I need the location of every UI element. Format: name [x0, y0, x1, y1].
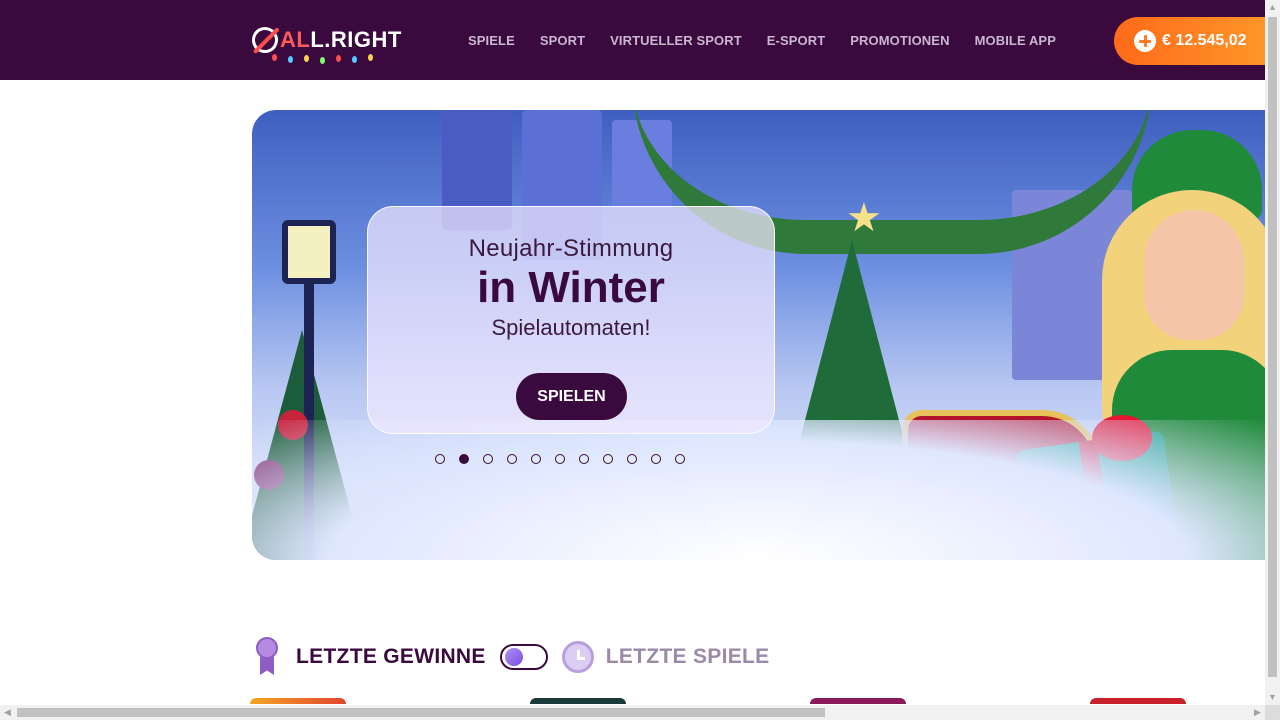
- game-thumbnail[interactable]: [810, 698, 906, 704]
- carousel-dot[interactable]: [507, 454, 517, 464]
- carousel-dot[interactable]: [627, 454, 637, 464]
- carousel-dot[interactable]: [435, 454, 445, 464]
- recent-wins-title[interactable]: LETZTE GEWINNE: [296, 645, 486, 669]
- nav-item-promotionen[interactable]: PROMOTIONEN: [850, 29, 949, 52]
- christmas-lights-icon: [266, 52, 382, 64]
- carousel-dot[interactable]: [555, 454, 565, 464]
- carousel-dot[interactable]: [603, 454, 613, 464]
- scroll-up-icon[interactable]: ▲: [1265, 0, 1280, 15]
- nav-item-e-sport[interactable]: E-SPORT: [767, 29, 825, 52]
- balance-deposit-button[interactable]: € 12.545,02: [1114, 17, 1280, 65]
- carousel-dot[interactable]: [483, 454, 493, 464]
- nav-item-virtueller-sport[interactable]: VIRTUELLER SPORT: [610, 29, 742, 52]
- banner-title: in Winter: [477, 263, 665, 312]
- scroll-down-icon[interactable]: ▼: [1265, 690, 1280, 705]
- site-logo[interactable]: ALL.RIGHT: [248, 18, 402, 64]
- scroll-right-icon[interactable]: ▶: [1250, 705, 1265, 720]
- horizontal-scroll-thumb[interactable]: [17, 708, 825, 717]
- star-icon: ★: [846, 196, 882, 240]
- clock-icon: [561, 641, 594, 673]
- nav-item-mobile-app[interactable]: MOBILE APP: [975, 29, 1056, 52]
- play-button[interactable]: SPIELEN: [516, 373, 627, 420]
- top-header: ALL.RIGHT SPIELE SPORT VIRTUELLER SPORT …: [0, 0, 1280, 80]
- game-thumbnail[interactable]: [530, 698, 626, 704]
- scrollbar-corner: [1265, 705, 1280, 720]
- vertical-scroll-thumb[interactable]: [1268, 17, 1277, 677]
- banner-caption: Spielautomaten!: [491, 315, 651, 340]
- banner-text-card: Neujahr-Stimmung in Winter Spielautomate…: [367, 206, 775, 434]
- horizontal-scrollbar[interactable]: ◀ ▶: [0, 705, 1265, 720]
- carousel-dot[interactable]: [651, 454, 661, 464]
- nav-item-spiele[interactable]: SPIELE: [468, 29, 515, 52]
- main-nav: SPIELE SPORT VIRTUELLER SPORT E-SPORT PR…: [456, 0, 1081, 80]
- balance-amount: € 12.545,02: [1162, 32, 1247, 49]
- toggle-knob: [504, 648, 523, 666]
- nav-item-sport[interactable]: SPORT: [540, 29, 585, 52]
- wins-games-toggle[interactable]: [499, 644, 548, 670]
- plus-circle-icon: [1134, 30, 1156, 52]
- carousel-dot[interactable]: [675, 454, 685, 464]
- vertical-scrollbar[interactable]: ▲ ▼: [1265, 0, 1280, 705]
- recent-games-title[interactable]: LETZTE SPIELE: [606, 645, 770, 669]
- game-thumbnail[interactable]: [250, 698, 346, 704]
- medal-icon: [252, 637, 282, 677]
- carousel-dot-active[interactable]: [459, 454, 469, 464]
- recent-section-header: LETZTE GEWINNE LETZTE SPIELE: [252, 636, 769, 678]
- scroll-left-icon[interactable]: ◀: [0, 705, 15, 720]
- logo-text: ALL.RIGHT: [280, 27, 402, 52]
- snowfield: [252, 420, 1265, 560]
- carousel-dot[interactable]: [531, 454, 541, 464]
- carousel-dots: [435, 454, 685, 466]
- game-thumbnail[interactable]: [1090, 698, 1186, 704]
- promo-banner[interactable]: ★ Neujahr-Stimmung in Winter Spielautoma…: [252, 110, 1265, 560]
- lamp-icon: [282, 220, 336, 284]
- banner-subtitle: Neujahr-Stimmung: [468, 235, 674, 262]
- carousel-dot[interactable]: [579, 454, 589, 464]
